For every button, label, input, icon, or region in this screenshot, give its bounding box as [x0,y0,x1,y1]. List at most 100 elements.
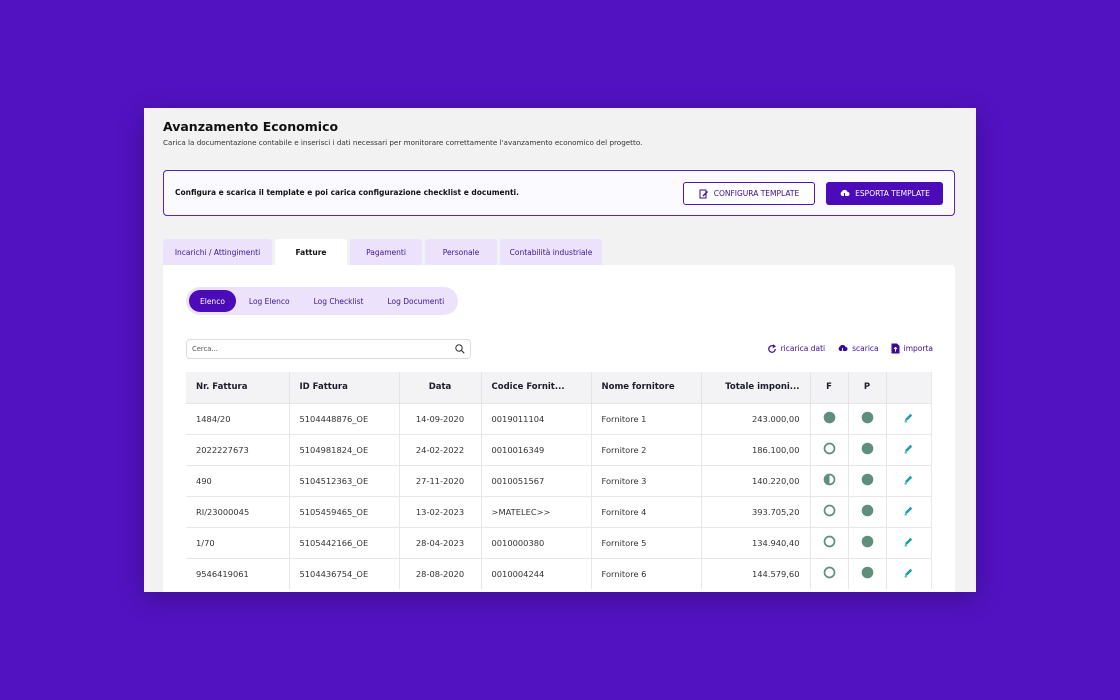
column-header[interactable]: Nr. Fattura [186,372,290,403]
status-full-icon [861,535,874,548]
configure-template-button[interactable]: CONFIGURA TEMPLATE [683,182,815,205]
cell-f [810,526,849,558]
cell-nome: Fornitore 6 [591,557,702,589]
column-header[interactable]: Totale imponi... [701,372,811,403]
cell-edit [886,526,932,558]
search-input[interactable] [192,345,432,353]
cell-codice: 0010004244 [481,557,592,589]
column-header[interactable]: Codice Fornit... [481,372,592,403]
table-header-row: Nr. Fattura ID Fattura Data Codice Fornit..… [186,372,932,403]
configure-template-label: CONFIGURA TEMPLATE [713,189,800,198]
cell-totale: 186.100,00 [701,433,811,465]
cell-p [848,495,887,527]
subtab-item[interactable]: Log Documenti [376,290,455,312]
cloud-download-icon [838,344,848,353]
column-header[interactable]: Data [399,372,482,403]
cell-nr: 1484/20 [186,402,290,434]
cell-nome: Fornitore 1 [591,402,702,434]
cell-totale: 243.000,00 [701,402,811,434]
cell-nome: Fornitore 5 [591,526,702,558]
page-subtitle: Carica la documentazione contabile e ins… [163,138,643,147]
cell-data: 27-11-2020 [399,464,482,496]
cell-p [848,557,887,589]
status-half-icon [823,473,836,486]
column-header[interactable]: P [848,372,887,403]
search-icon[interactable] [455,344,465,354]
table-actions: ricarica dati scarica importa [767,343,933,354]
configure-icon [699,189,708,198]
cell-data: 28-04-2023 [399,526,482,558]
cell-nr: 490 [186,464,290,496]
edit-pencil-icon[interactable] [903,443,914,454]
column-header[interactable] [886,372,932,403]
cell-data: 24-02-2022 [399,433,482,465]
cell-codice: >MATELEC>> [481,495,592,527]
tab-item[interactable]: Pagamenti [350,239,422,265]
cell-nome: Fornitore 4 [591,495,702,527]
file-upload-icon [891,343,900,354]
cell-f [810,402,849,434]
cell-edit [886,495,932,527]
edit-pencil-icon[interactable] [903,474,914,485]
edit-pencil-icon[interactable] [903,567,914,578]
edit-pencil-icon[interactable] [903,536,914,547]
cell-codice: 0010016349 [481,433,592,465]
cell-data: 13-02-2023 [399,495,482,527]
subtab-group: Elenco Log Elenco Log Checklist Log Documen… [186,287,459,315]
status-full-icon [861,504,874,517]
column-header[interactable]: ID Fattura [289,372,400,403]
cell-id: 5104512363_OE [289,464,400,496]
cell-id: 5105459465_OE [289,495,400,527]
search-box[interactable] [186,339,471,359]
subtab-item[interactable]: Log Elenco [238,290,301,312]
table-row[interactable]: 1484/20 5104448876_OE 14-09-2020 0019011104… [186,402,932,434]
table-row[interactable]: 490 5104512363_OE 27-11-2020 0010051567 Forn… [186,464,932,496]
cell-id: 5105442166_OE [289,526,400,558]
cell-data: 14-09-2020 [399,402,482,434]
export-template-button[interactable]: ESPORTA TEMPLATE [826,182,943,205]
template-config-box: Configura e scarica il template e poi ca… [163,170,955,216]
cell-codice: 0010000380 [481,526,592,558]
tab-item[interactable]: Incarichi / Attingimenti [163,239,272,265]
column-header[interactable]: F [810,372,849,403]
cell-codice: 0019011104 [481,402,592,434]
cell-f [810,433,849,465]
import-label: importa [903,344,933,353]
tab-item[interactable]: Personale [425,239,497,265]
cell-nr: RI/23000045 [186,495,290,527]
cell-p [848,526,887,558]
cloud-download-icon [840,189,850,198]
cell-nr: 2022227673 [186,433,290,465]
tab-item[interactable]: Fatture [275,239,347,265]
column-header[interactable]: Nome fornitore [591,372,702,403]
subtab-item[interactable]: Log Checklist [303,290,375,312]
cell-id: 5104436754_OE [289,557,400,589]
status-full-icon [861,442,874,455]
cell-codice: 0010051567 [481,464,592,496]
edit-pencil-icon[interactable] [903,505,914,516]
cell-edit [886,464,932,496]
cell-p [848,464,887,496]
table-row[interactable]: 2022227673 5104981824_OE 24-02-2022 0010016… [186,433,932,465]
download-button[interactable]: scarica [837,343,879,354]
cell-edit [886,402,932,434]
cell-edit [886,557,932,589]
cell-p [848,402,887,434]
table-row[interactable]: RI/23000045 5105459465_OE 13-02-2023 >MATEL… [186,495,932,527]
tab-item[interactable]: Contabilità industriale [500,239,602,265]
cell-id: 5104448876_OE [289,402,400,434]
cell-f [810,464,849,496]
cell-id: 5104981824_OE [289,433,400,465]
table-row[interactable]: 1/70 5105442166_OE 28-04-2023 0010000380 For… [186,526,932,558]
content-panel: Elenco Log Elenco Log Checklist Log Documen… [163,265,955,592]
table-row[interactable]: 9546419061 5104436754_OE 28-08-2020 0010004… [186,557,932,589]
import-button[interactable]: importa [891,343,933,354]
page-title: Avanzamento Economico [163,119,339,134]
status-empty-icon [823,535,836,548]
reload-data-button[interactable]: ricarica dati [767,343,825,354]
section-tabs: Incarichi / Attingimenti Fatture Pagamenti… [163,239,602,265]
edit-pencil-icon[interactable] [903,412,914,423]
subtab-item[interactable]: Elenco [189,290,236,312]
status-empty-icon [823,566,836,579]
template-config-text: Configura e scarica il template e poi ca… [175,188,519,197]
